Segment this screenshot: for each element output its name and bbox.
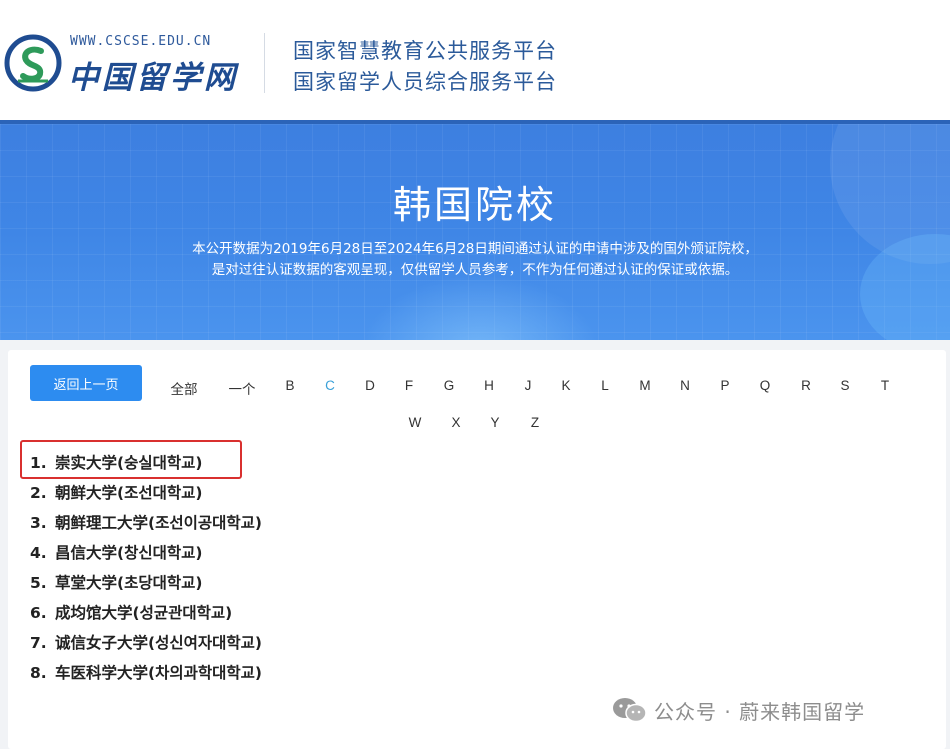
school-name-ko: (숭실대학교) [117,454,203,472]
school-item[interactable]: 5. 草堂大学(초당대학교) [30,568,262,598]
letter-filter-7-row1[interactable]: H [484,378,494,393]
letter-filter-11-row1[interactable]: M [639,378,650,393]
school-name-ko: (차의과학대학교) [148,664,263,682]
school-item[interactable]: 6. 成均馆大学(성균관대학교) [30,598,262,628]
school-number: 4. [30,544,47,562]
school-name-cn: 诚信女子大学 [55,634,149,652]
school-name-ko: (조선대학교) [117,484,203,502]
school-name-ko: (조선이공대학교) [148,514,263,532]
school-name-ko: (성균관대학교) [132,604,233,622]
school-number: 7. [30,634,47,652]
letter-filter-17-row1[interactable]: T [881,378,889,393]
letter-filter-5-row1[interactable]: F [405,378,413,393]
school-name-cn: 成均馆大学 [55,604,133,622]
cscse-logo-icon[interactable] [4,34,62,92]
school-name-cn: 草堂大学 [55,574,118,592]
site-name-logo[interactable]: 中国留学网 [68,52,238,97]
page-title: 韩国院校 [392,183,557,227]
wechat-icon [613,698,647,723]
back-button[interactable]: 返回上一页 [30,365,142,401]
letter-filter-6-row1[interactable]: G [444,378,455,393]
letter-filter-4-row1[interactable]: D [365,378,375,393]
school-number: 8. [30,664,47,682]
letter-filter-16-row1[interactable]: S [840,378,849,393]
banner-description-line-1: 本公开数据为2019年6月28日至2024年6月28日期间通过认证的申请中涉及的… [192,241,758,257]
letter-filter-0-row1[interactable]: 全部 [171,378,198,398]
school-name-cn: 车医科学大学 [55,664,149,682]
school-name-ko: (초당대학교) [117,574,203,592]
school-number: 5. [30,574,47,592]
school-list: 1. 崇实大学(숭실대학교) 2. 朝鲜大学(조선대학교) 3. 朝鲜理工大学(조선이공대… [30,448,262,688]
school-item[interactable]: 3. 朝鲜理工大学(조선이공대학교) [30,508,262,538]
letter-filter-12-row1[interactable]: N [680,378,690,393]
content-card: 返回上一页 全部 一个 B C D F G H J K L M N P Q R S T W X Y Z 1. 崇实大学(숭실… [8,350,946,749]
school-item[interactable]: 4. 昌信大学(창신대학교) [30,538,262,568]
letter-filter-2-row1[interactable]: B [285,378,294,393]
letter-filter-3-row1[interactable]: C [325,378,335,393]
letter-filter-10-row1[interactable]: L [601,378,609,393]
banner-description-line-2: 是对过往认证数据的客观呈现，仅供留学人员参考，不作为任何通过认证的保证或依据。 [211,262,739,278]
letter-filter-13-row1[interactable]: P [720,378,729,393]
hero-banner: 韩国院校 本公开数据为2019年6月28日至2024年6月28日期间通过认证的申… [0,120,950,340]
school-name-ko: (성신여자대학교) [148,634,263,652]
school-name-ko: (창신대학교) [117,544,203,562]
platform-title-1[interactable]: 国家智慧教育公共服务平台 [293,35,557,65]
school-number: 1. [30,454,47,472]
letter-filter-1-row1[interactable]: 一个 [229,378,256,398]
school-number: 2. [30,484,47,502]
letter-filter-15-row1[interactable]: R [801,378,811,393]
letter-filter-14-row1[interactable]: Q [760,378,771,393]
school-name-cn: 朝鲜理工大学 [55,514,149,532]
school-item[interactable]: 8. 车医科学大学(차의과학대학교) [30,658,262,688]
school-item[interactable]: 7. 诚信女子大学(성신여자대학교) [30,628,262,658]
school-item[interactable]: 2. 朝鲜大学(조선대학교) [30,478,262,508]
letter-filter-3-row2[interactable]: Z [531,415,539,430]
school-name-cn: 崇实大学 [55,454,118,472]
school-item[interactable]: 1. 崇实大学(숭실대학교) [30,448,262,478]
watermark-text: 公众号 · 蔚来韩国留学 [654,700,866,724]
header-divider [264,33,265,93]
letter-filter-2-row2[interactable]: Y [490,415,499,430]
letter-filter-0-row2[interactable]: W [409,415,422,430]
school-number: 3. [30,514,47,532]
letter-filter-1-row2[interactable]: X [451,415,460,430]
site-url[interactable]: WWW.CSCSE.EDU.CN [70,34,211,49]
letter-filter-9-row1[interactable]: K [561,378,570,393]
site-header: WWW.CSCSE.EDU.CN 中国留学网 国家智慧教育公共服务平台 国家留学… [0,0,950,120]
school-number: 6. [30,604,47,622]
school-name-cn: 昌信大学 [55,544,118,562]
letter-filter-8-row1[interactable]: J [525,378,532,393]
school-name-cn: 朝鲜大学 [55,484,118,502]
platform-title-2[interactable]: 国家留学人员综合服务平台 [293,66,557,96]
